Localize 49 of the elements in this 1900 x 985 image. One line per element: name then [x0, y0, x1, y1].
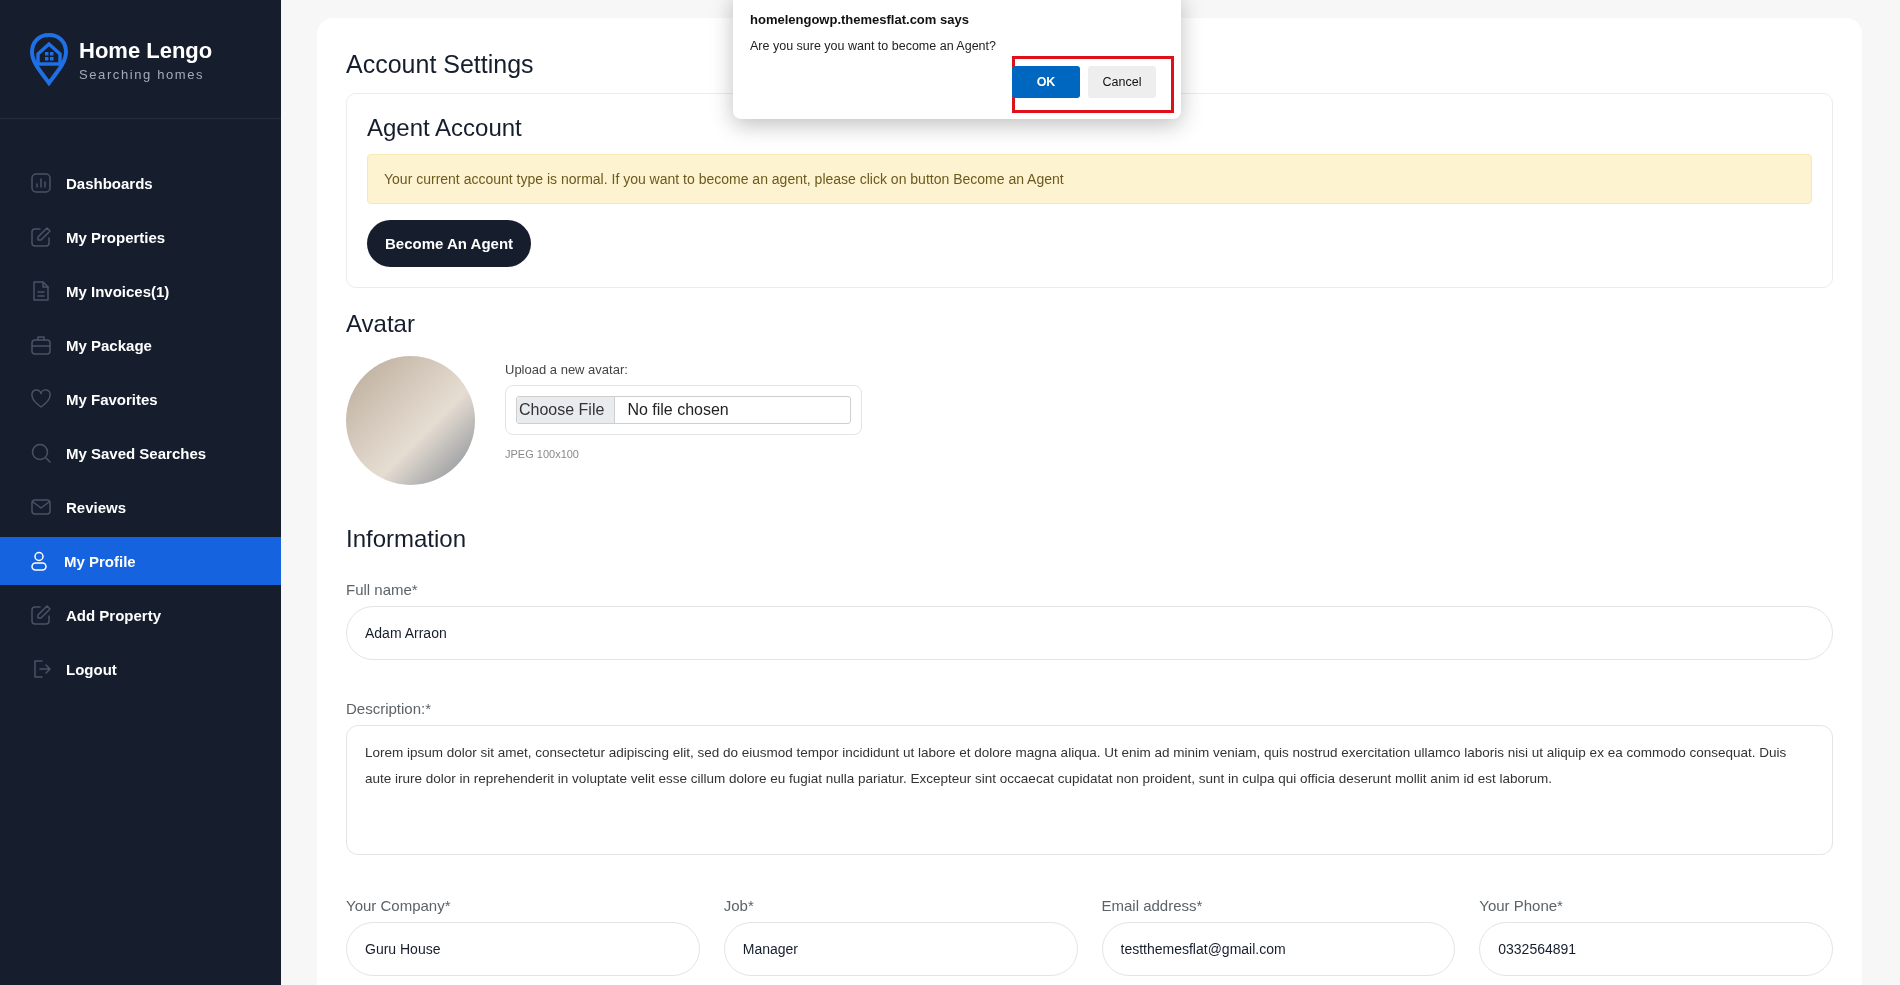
sidebar-item[interactable]: My Favorites [0, 375, 281, 423]
file-status: No file chosen [627, 401, 729, 419]
field-label: Job* [723, 897, 754, 914]
field-label: Your Phone* [1479, 897, 1563, 914]
search-icon [30, 442, 52, 464]
sidebar-item[interactable]: My Invoices(1) [0, 267, 281, 315]
sidebar-item[interactable]: My Saved Searches [0, 429, 281, 477]
heart-icon [30, 388, 52, 410]
notice-banner: Your current account type is normal. If you want to become an agent, please click on button Become an Agent [367, 154, 1812, 204]
section-title: Avatar [346, 310, 416, 338]
sidebar-item[interactable]: My Profile [0, 537, 281, 585]
section-title: Agent Account [367, 114, 523, 142]
edit-icon [30, 226, 52, 248]
page-title: Account Settings [346, 50, 534, 79]
sidebar-item[interactable]: Reviews [0, 483, 281, 531]
house-pin-logo-icon [29, 32, 69, 86]
ok-button[interactable]: OK [1012, 66, 1080, 98]
doc-icon [30, 280, 52, 302]
user-icon [28, 550, 50, 572]
brand-tagline: Searching homes [79, 67, 206, 82]
sidebar-item[interactable]: Add Property [0, 591, 281, 639]
sidebar-item[interactable]: Logout [0, 645, 281, 693]
section-title: Information [346, 525, 468, 553]
choose-file-button[interactable]: Choose File [517, 397, 616, 423]
become-agent-button[interactable]: Become An Agent [367, 220, 532, 267]
text-field[interactable]: testthemesflat@gmail.com [1101, 922, 1456, 976]
description-field[interactable]: Lorem ipsum dolor sit amet, consectetur adipiscing elit, sed do eiusmod tempor incididunt ut labore et dolore magna aliqua. Ut enim ad minim veniam, quis nostrud exercitation ullamco laboris nisi ut aliquip ex ea commodo consequat. Duis aute irure dolor in reprehenderit in voluptate velit esse cillum dolore eu fugiat nulla pariatur. Excepteur sint occaecat cupidatat non proident, sunt in culpa qui officia deserunt mollit anim id est laborum. [346, 725, 1833, 855]
brand-title: Home Lengo [79, 38, 213, 64]
sidebar-item[interactable]: My Properties [0, 213, 281, 261]
file-field[interactable]: Choose File No file chosen [516, 396, 851, 424]
field-label: Description:* [346, 700, 432, 717]
cancel-button[interactable]: Cancel [1088, 66, 1156, 98]
text-field[interactable]: Manager [723, 922, 1078, 976]
full-name-field[interactable]: Adam Arraon [346, 606, 1833, 660]
text-field[interactable]: 0332564891 [1479, 922, 1833, 976]
mail-icon [30, 496, 52, 518]
bag-icon [30, 334, 52, 356]
sidebar-item[interactable]: Dashboards [0, 159, 281, 207]
field-label: Full name* [346, 581, 418, 598]
sidebar-item[interactable]: My Package [0, 321, 281, 369]
upload-label: Upload a new avatar: [505, 362, 629, 377]
text-field[interactable]: Guru House [346, 922, 700, 976]
dialog-title: homelengowp.themesflat.com says [750, 12, 970, 27]
edit-icon [30, 604, 52, 626]
field-label: Your Company* [346, 897, 451, 914]
dialog-message: Are you sure you want to become an Agent? [750, 39, 997, 53]
file-hint: JPEG 100x100 [505, 448, 580, 460]
field-label: Email address* [1101, 897, 1203, 914]
chart-icon [30, 172, 52, 194]
